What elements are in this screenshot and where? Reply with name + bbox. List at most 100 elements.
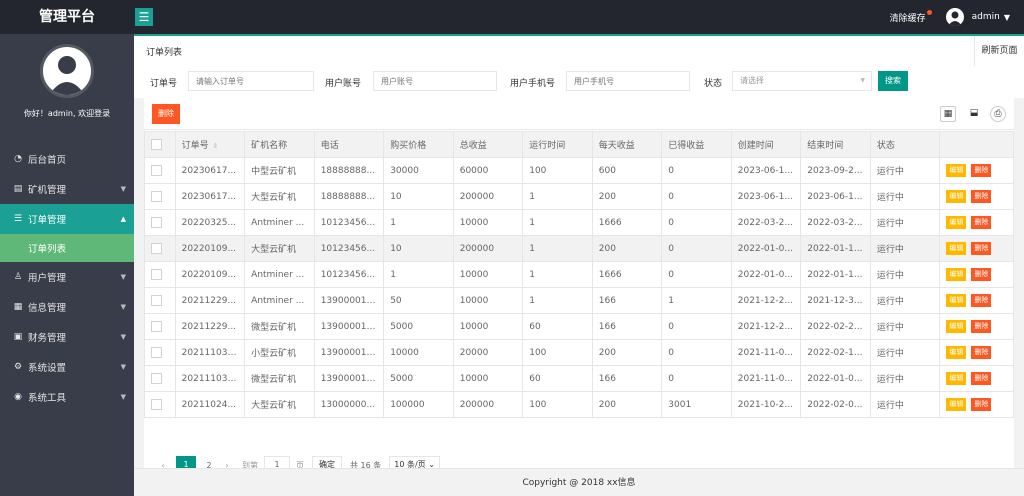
sidebar-item-info[interactable]: ▦ 信息管理 ▼	[0, 292, 134, 322]
row-checkbox[interactable]	[151, 243, 162, 254]
order-no-input[interactable]	[188, 71, 314, 91]
batch-delete-button[interactable]: 删除	[152, 104, 180, 124]
delete-button[interactable]: 删除	[971, 164, 992, 177]
delete-button[interactable]: 删除	[971, 268, 992, 281]
row-checkbox[interactable]	[151, 269, 162, 280]
sidebar-item-users[interactable]: ♙ 用户管理 ▼	[0, 262, 134, 292]
table-row[interactable]: 20211229... 微型云矿机 139000011... 5000 10000 60 1…	[144, 313, 1014, 340]
table-cell: 2022-03-2...	[730, 209, 802, 236]
edit-button[interactable]: 编辑	[946, 398, 967, 411]
col-header[interactable]: 订单号 ⇕	[174, 131, 246, 158]
refresh-page-button[interactable]: 刷新页面	[974, 36, 1024, 66]
edit-button[interactable]: 编辑	[946, 268, 967, 281]
table-cell: 5000	[383, 313, 454, 340]
table-cell: 0	[661, 183, 732, 210]
sidebar-subitem-order-list[interactable]: 订单列表	[0, 234, 134, 262]
table-cell: 10000	[452, 313, 524, 340]
table-cell: 202111030...	[174, 365, 246, 392]
table-row[interactable]: 20230617... 大型云矿机 18888888... 10 200000 1 200 0…	[144, 183, 1014, 210]
menu-toggle-button[interactable]: ☰	[135, 8, 153, 26]
edit-button[interactable]: 编辑	[946, 294, 967, 307]
sidebar-item-tools[interactable]: ◉ 系统工具 ▼	[0, 382, 134, 412]
delete-button[interactable]: 删除	[971, 216, 992, 229]
table-row[interactable]: 20220109... Antminer ... 10123456... 1 10000…	[144, 261, 1014, 288]
table-row[interactable]: 20220109... 大型云矿机 10123456... 10 200000 1 200 0…	[144, 235, 1014, 262]
sort-icon[interactable]: ⇕	[213, 142, 219, 150]
tab-order-list[interactable]: 订单列表	[146, 45, 182, 58]
edit-button[interactable]: 编辑	[946, 190, 967, 203]
table-cell: 60	[522, 365, 593, 392]
delete-button[interactable]: 删除	[971, 320, 992, 333]
table-cell: 20211229...	[174, 287, 246, 314]
table-cell: 1	[522, 287, 593, 314]
status-select-value: 请选择	[740, 76, 764, 85]
header-right: 清除缓存 admin ▼	[890, 0, 1024, 34]
delete-button[interactable]: 删除	[971, 398, 992, 411]
col-header: 运行时间	[522, 131, 593, 158]
sidebar-item-orders[interactable]: ☰ 订单管理 ▲	[0, 204, 134, 234]
select-all-checkbox[interactable]	[151, 139, 162, 150]
row-select-cell	[144, 365, 176, 392]
sidebar-item-miners[interactable]: ▤ 矿机管理 ▼	[0, 174, 134, 204]
table-row[interactable]: 202111030... 小型云矿机 139000011... 10000 20000 1…	[144, 339, 1014, 366]
row-checkbox[interactable]	[151, 321, 162, 332]
table-row[interactable]: 202111030... 微型云矿机 139000011... 5000 10000 60…	[144, 365, 1014, 392]
table-cell: 2022-02-2...	[800, 313, 871, 340]
edit-button[interactable]: 编辑	[946, 164, 967, 177]
sidebar-item-finance[interactable]: ▣ 财务管理 ▼	[0, 322, 134, 352]
row-checkbox[interactable]	[151, 399, 162, 410]
table-row[interactable]: 20211024... 大型云矿机 13000000... 100000 200000 1…	[144, 391, 1014, 418]
edit-button[interactable]: 编辑	[946, 346, 967, 359]
row-checkbox[interactable]	[151, 165, 162, 176]
table-cell: 200000	[452, 391, 524, 418]
edit-button[interactable]: 编辑	[946, 372, 967, 385]
delete-button[interactable]: 删除	[971, 190, 992, 203]
account-input[interactable]	[373, 71, 497, 91]
table-cell: 10	[383, 235, 454, 262]
row-select-cell	[144, 391, 176, 418]
table-cell: 10000	[452, 261, 524, 288]
user-avatar-icon[interactable]	[945, 8, 964, 26]
sidebar-item-settings[interactable]: ⚙ 系统设置 ▼	[0, 352, 134, 382]
search-button[interactable]: 搜索	[878, 71, 908, 91]
col-header: 状态	[869, 131, 941, 158]
phone-input[interactable]	[566, 71, 690, 91]
delete-button[interactable]: 删除	[971, 372, 992, 385]
table-cell: 20211024...	[174, 391, 246, 418]
sidebar-item-home[interactable]: ◔ 后台首页	[0, 144, 134, 174]
row-checkbox[interactable]	[151, 373, 162, 384]
row-actions-cell: 编辑 删除	[939, 235, 1014, 262]
table-cell: 1	[383, 261, 454, 288]
table-row[interactable]: 20211229... Antminer ... 139000011... 50 100…	[144, 287, 1014, 314]
status-select[interactable]: 请选择 ▼	[732, 71, 872, 91]
table-cell: 2022-01-1...	[800, 261, 871, 288]
edit-button[interactable]: 编辑	[946, 320, 967, 333]
chevron-down-icon[interactable]: ▼	[1004, 13, 1010, 22]
edit-button[interactable]: 编辑	[946, 242, 967, 255]
clear-cache-link[interactable]: 清除缓存	[890, 9, 932, 24]
columns-filter-icon[interactable]: ▦	[940, 106, 956, 122]
row-checkbox[interactable]	[151, 347, 162, 358]
delete-button[interactable]: 删除	[971, 242, 992, 255]
table-row[interactable]: 20220325... Antminer ... 10123456... 1 10000…	[144, 209, 1014, 236]
table-row[interactable]: 20230617... 中型云矿机 18888888... 30000 60000 100…	[144, 157, 1014, 184]
row-checkbox[interactable]	[151, 191, 162, 202]
table-cell: 中型云矿机	[244, 157, 315, 184]
chevron-down-icon: ▼	[860, 77, 865, 84]
table-cell: 微型云矿机	[244, 365, 315, 392]
col-header: 已得收益	[661, 131, 732, 158]
row-checkbox[interactable]	[151, 295, 162, 306]
row-checkbox[interactable]	[151, 217, 162, 228]
table-cell: 200000	[452, 183, 524, 210]
export-icon[interactable]: ⬓	[966, 106, 982, 122]
delete-button[interactable]: 删除	[971, 294, 992, 307]
table-cell: 20000	[452, 339, 524, 366]
print-icon[interactable]: ⎙	[990, 106, 1006, 122]
edit-button[interactable]: 编辑	[946, 216, 967, 229]
table-cell: 202111030...	[174, 339, 246, 366]
server-icon: ▤	[13, 184, 23, 194]
search-form: 订单号 用户账号 用户手机号 状态 请选择 ▼ 搜索	[134, 66, 1024, 98]
delete-button[interactable]: 删除	[971, 346, 992, 359]
user-name[interactable]: admin	[972, 12, 1000, 22]
notification-dot	[926, 9, 932, 15]
